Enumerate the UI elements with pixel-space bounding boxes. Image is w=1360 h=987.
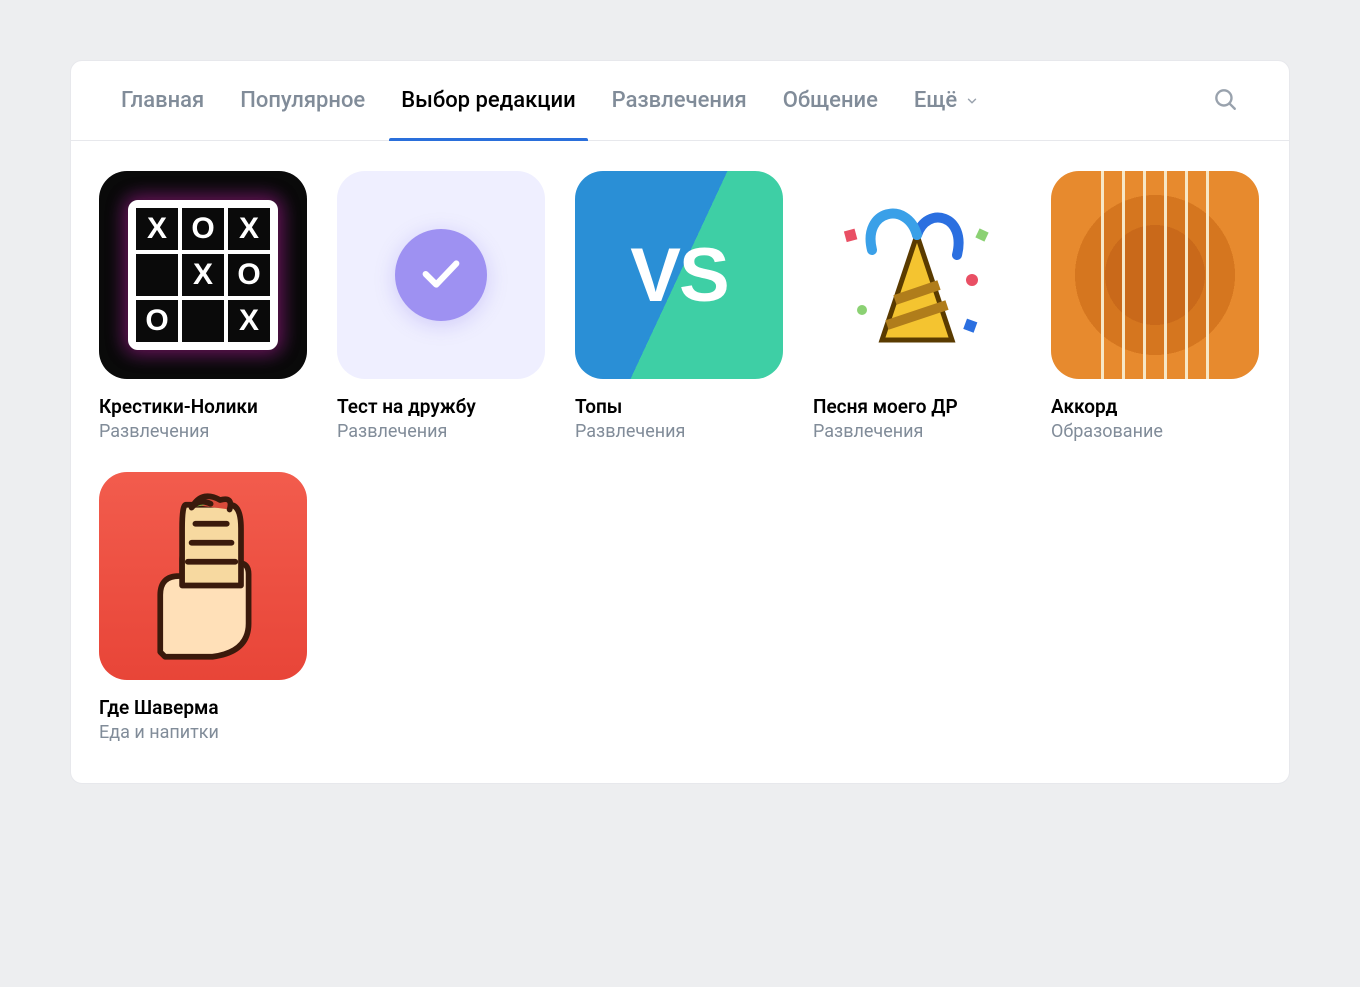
app-card[interactable]: Песня моего ДР Развлечения <box>813 171 1021 442</box>
tab-more[interactable]: Ещё <box>896 61 997 141</box>
app-card[interactable]: Где Шаверма Еда и напитки <box>99 472 307 743</box>
app-title: Топы <box>575 395 783 419</box>
app-category: Развлечения <box>99 421 307 442</box>
chevron-down-icon <box>965 94 979 108</box>
app-category: Развлечения <box>575 421 783 442</box>
app-title: Где Шаверма <box>99 696 307 720</box>
tab-label: Выбор редакции <box>401 61 575 141</box>
tab-label: Общение <box>783 61 878 141</box>
app-icon-party-popper <box>813 171 1021 379</box>
app-title: Тест на дружбу <box>337 395 545 419</box>
app-grid: XOX XO OX Крестики-Нолики Развлечения Те… <box>71 141 1289 783</box>
tab-popular[interactable]: Популярное <box>222 61 383 141</box>
app-catalog-panel: Главная Популярное Выбор редакции Развле… <box>70 60 1290 784</box>
tab-label: Популярное <box>240 61 365 141</box>
app-title: Песня моего ДР <box>813 395 1021 419</box>
search-button[interactable] <box>1205 81 1245 121</box>
tab-main[interactable]: Главная <box>103 61 222 141</box>
app-icon-shawarma <box>99 472 307 680</box>
app-icon-check <box>337 171 545 379</box>
tab-bar: Главная Популярное Выбор редакции Развле… <box>71 61 1289 141</box>
app-card[interactable]: XOX XO OX Крестики-Нолики Развлечения <box>99 171 307 442</box>
tab-communication[interactable]: Общение <box>765 61 896 141</box>
app-icon-guitar-strings <box>1051 171 1259 379</box>
app-title: Аккорд <box>1051 395 1259 419</box>
app-icon-vs: VS <box>575 171 783 379</box>
app-category: Образование <box>1051 421 1259 442</box>
app-card[interactable]: Аккорд Образование <box>1051 171 1259 442</box>
app-card[interactable]: VS Топы Развлечения <box>575 171 783 442</box>
tab-label: Развлечения <box>612 61 747 141</box>
app-title: Крестики-Нолики <box>99 395 307 419</box>
tab-label: Главная <box>121 61 204 141</box>
app-icon-tictactoe: XOX XO OX <box>99 171 307 379</box>
tab-entertainment[interactable]: Развлечения <box>594 61 765 141</box>
app-category: Развлечения <box>813 421 1021 442</box>
app-category: Еда и напитки <box>99 722 307 743</box>
app-card[interactable]: Тест на дружбу Развлечения <box>337 171 545 442</box>
app-category: Развлечения <box>337 421 545 442</box>
tab-label: Ещё <box>914 61 957 141</box>
search-icon <box>1212 86 1238 116</box>
tab-editors-choice[interactable]: Выбор редакции <box>383 61 593 141</box>
